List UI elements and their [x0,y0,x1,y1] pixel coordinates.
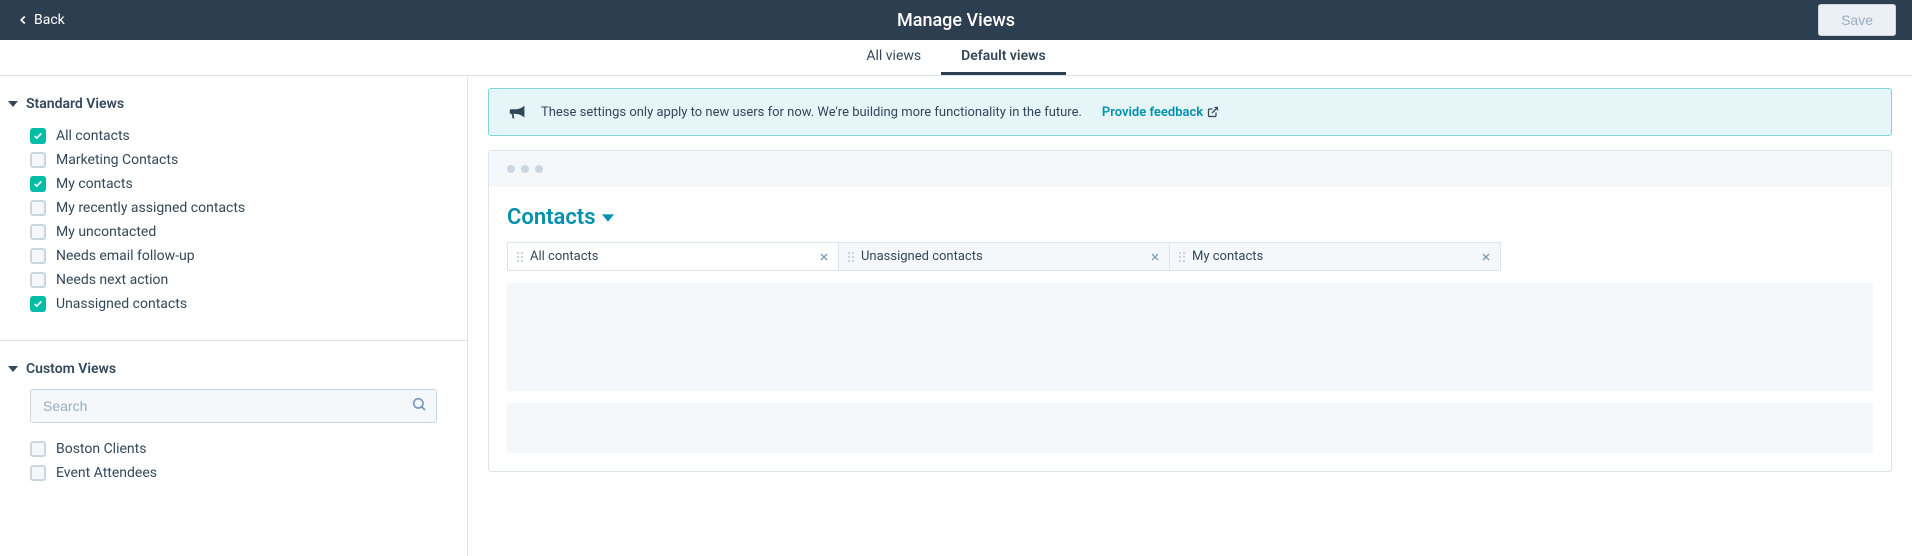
checkbox-item[interactable]: My uncontacted [30,220,437,244]
checkbox-label: My recently assigned contacts [56,200,245,216]
checkbox-item[interactable]: Needs next action [30,268,437,292]
content: These settings only apply to new users f… [468,76,1912,556]
back-label: Back [34,12,65,28]
checkbox[interactable] [30,272,46,288]
close-icon[interactable] [1149,251,1161,263]
checkbox-item[interactable]: All contacts [30,124,437,148]
checkbox-label: Needs next action [56,272,168,288]
tabs: All views Default views [0,40,1912,76]
back-button[interactable]: Back [16,12,65,28]
drag-handle-icon[interactable] [847,251,855,263]
custom-views-header[interactable]: Custom Views [8,361,437,377]
checkbox[interactable] [30,465,46,481]
close-icon[interactable] [1480,251,1492,263]
checkbox-item[interactable]: My contacts [30,172,437,196]
banner-link-label: Provide feedback [1102,105,1203,120]
checkbox-label: My contacts [56,176,133,192]
banner-text: These settings only apply to new users f… [541,105,1082,120]
checkbox[interactable] [30,224,46,240]
close-icon[interactable] [818,251,830,263]
checkbox[interactable] [30,296,46,312]
checkbox-item[interactable]: Boston Clients [30,437,437,461]
checkbox[interactable] [30,441,46,457]
divider [0,340,467,341]
placeholder-block [507,283,1873,391]
checkbox[interactable] [30,176,46,192]
save-button[interactable]: Save [1818,4,1896,36]
caret-down-icon [8,99,18,109]
view-tab[interactable]: Unassigned contacts [838,242,1170,271]
checkbox[interactable] [30,248,46,264]
preview-dot [507,165,515,173]
standard-views-list: All contacts Marketing Contacts My contact… [8,124,437,316]
sidebar: Standard Views All contacts Marketing Con… [0,76,468,556]
checkbox-label: Boston Clients [56,441,146,457]
preview-body: Contacts All contacts Unassigned contacts… [489,187,1891,471]
checkbox-item[interactable]: My recently assigned contacts [30,196,437,220]
page-title: Manage Views [897,10,1015,31]
checkbox-label: Needs email follow-up [56,248,195,264]
preview-dot [521,165,529,173]
preview-dot [535,165,543,173]
view-tabs: All contacts Unassigned contacts My contac… [507,242,1873,271]
view-tab-label: My contacts [1192,249,1480,264]
chevron-left-icon [16,13,30,27]
tab-default-views[interactable]: Default views [941,40,1066,75]
info-banner: These settings only apply to new users f… [488,88,1892,136]
checkbox-label: Event Attendees [56,465,157,481]
checkbox-label: All contacts [56,128,130,144]
caret-down-icon [8,364,18,374]
checkbox[interactable] [30,152,46,168]
contacts-dropdown[interactable]: Contacts [507,205,1873,230]
external-link-icon [1207,106,1219,118]
search-icon [411,396,427,416]
drag-handle-icon[interactable] [1178,251,1186,263]
search-input[interactable] [30,389,437,423]
view-tab-label: Unassigned contacts [861,249,1149,264]
search-wrap [8,389,437,423]
checkbox-item[interactable]: Needs email follow-up [30,244,437,268]
checkbox-item[interactable]: Unassigned contacts [30,292,437,316]
checkbox[interactable] [30,200,46,216]
view-tab[interactable]: My contacts [1169,242,1501,271]
view-tab[interactable]: All contacts [507,242,839,271]
contacts-title-label: Contacts [507,205,596,230]
checkbox-item[interactable]: Event Attendees [30,461,437,485]
standard-views-header[interactable]: Standard Views [8,96,437,112]
tab-all-views[interactable]: All views [846,40,941,75]
megaphone-icon [507,101,529,123]
header: Back Manage Views Save [0,0,1912,40]
checkbox-label: Marketing Contacts [56,152,178,168]
checkbox-item[interactable]: Marketing Contacts [30,148,437,172]
caret-down-icon [602,212,614,224]
standard-views-title: Standard Views [26,96,124,112]
checkbox-label: Unassigned contacts [56,296,187,312]
preview-header [489,151,1891,187]
preview-panel: Contacts All contacts Unassigned contacts… [488,150,1892,472]
view-tab-label: All contacts [530,249,818,264]
custom-views-title: Custom Views [26,361,116,377]
custom-views-list: Boston Clients Event Attendees [8,437,437,485]
checkbox-label: My uncontacted [56,224,156,240]
checkbox[interactable] [30,128,46,144]
main: Standard Views All contacts Marketing Con… [0,76,1912,556]
provide-feedback-link[interactable]: Provide feedback [1102,105,1219,120]
placeholder-block [507,403,1873,453]
drag-handle-icon[interactable] [516,251,524,263]
